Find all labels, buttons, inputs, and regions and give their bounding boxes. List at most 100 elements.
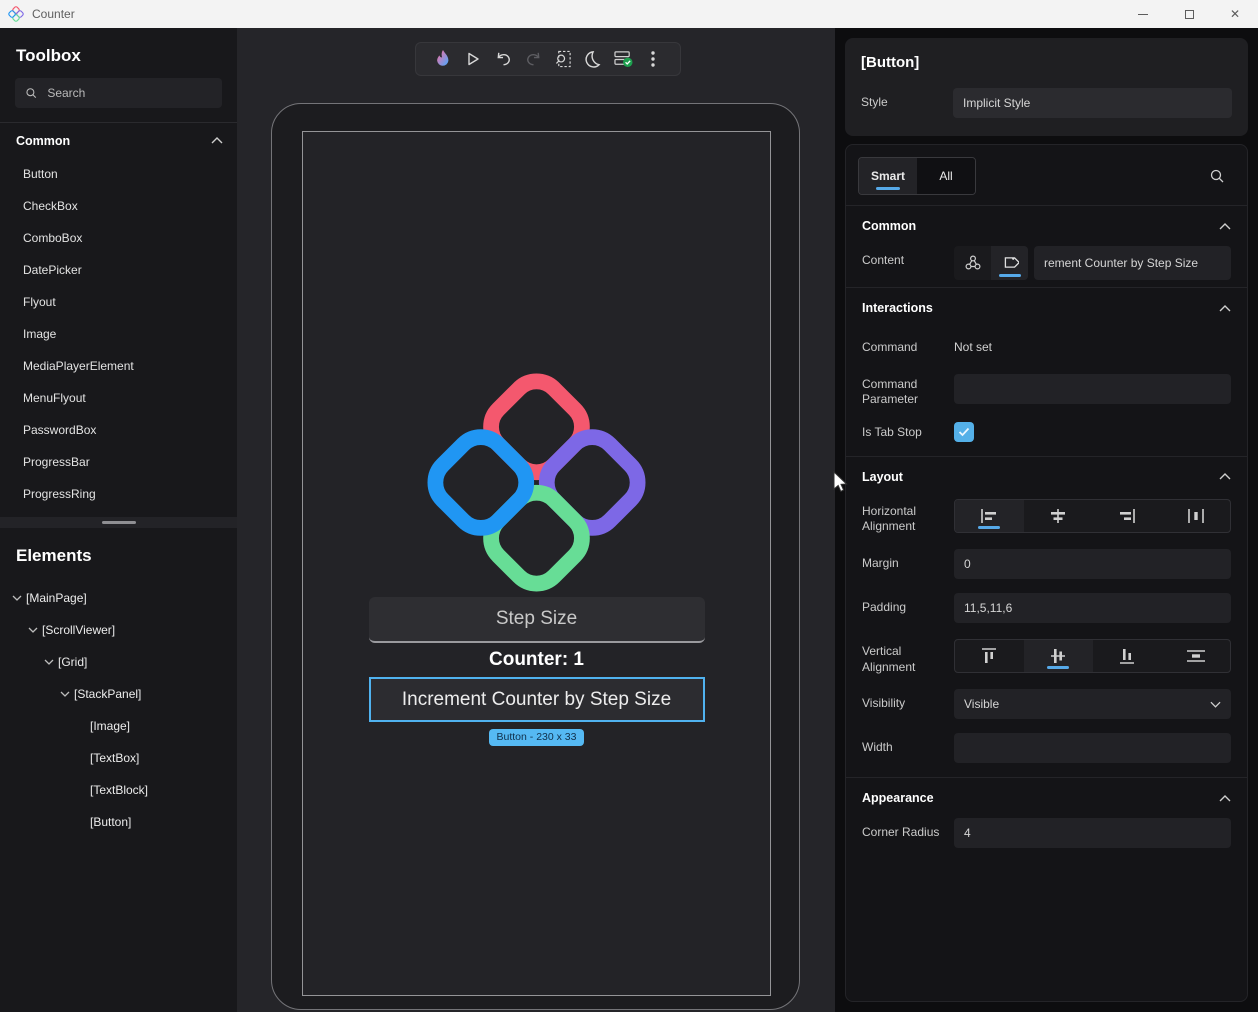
increment-button-selected[interactable]: Increment Counter by Step Size [368, 677, 705, 722]
elements-panel: Elements [MainPage] [ScrollViewer] [Grid… [0, 528, 237, 1012]
chevron-down-icon[interactable] [9, 595, 25, 601]
content-value-field[interactable]: rement Counter by Step Size [1034, 246, 1231, 280]
tree-item-textblock[interactable]: [TextBlock] [0, 774, 237, 806]
halign-center-button[interactable] [1024, 500, 1093, 532]
tab-smart[interactable]: Smart [859, 158, 917, 194]
toolbox-item-button[interactable]: Button [0, 158, 237, 190]
literal-mode-button[interactable] [991, 246, 1028, 280]
flame-icon [437, 50, 449, 66]
step-size-textbox[interactable]: Step Size [368, 597, 705, 643]
properties-card: Smart All Common Content rement Counter … [845, 144, 1248, 1002]
toolbox-panel: Toolbox Common Button CheckBox [0, 28, 237, 517]
tree-item-scrollviewer[interactable]: [ScrollViewer] [0, 614, 237, 646]
toolbox-item-combobox[interactable]: ComboBox [0, 222, 237, 254]
toolbox-item-checkbox[interactable]: CheckBox [0, 190, 237, 222]
search-input[interactable] [47, 86, 212, 100]
play-button[interactable] [458, 43, 488, 75]
toolbox-item-flyout[interactable]: Flyout [0, 286, 237, 318]
halign-left-button[interactable] [955, 499, 1024, 532]
horizontal-alignment-group [954, 498, 1231, 533]
vertical-alignment-label: Vertical Alignment [862, 643, 916, 674]
undo-button[interactable] [488, 43, 518, 75]
command-value[interactable]: Not set [954, 333, 992, 354]
left-sidebar: Toolbox Common Button CheckBox [0, 28, 237, 1012]
tree-item-image[interactable]: [Image] [0, 710, 237, 742]
maximize-button[interactable] [1166, 0, 1212, 28]
is-tab-stop-label: Is Tab Stop [862, 424, 922, 439]
is-tab-stop-checkbox[interactable] [954, 421, 974, 442]
padding-field[interactable]: 11,5,11,6 [954, 592, 1231, 623]
valign-top-button[interactable] [955, 640, 1024, 672]
valign-center-button[interactable] [1023, 640, 1093, 673]
tab-all[interactable]: All [917, 158, 975, 194]
elements-title: Elements [16, 546, 92, 565]
valign-bottom-button[interactable] [1093, 640, 1162, 672]
align-left-icon [981, 508, 997, 523]
properties-panel: [Button] Style Implicit Style Smart All [835, 28, 1258, 1012]
visibility-dropdown[interactable]: Visible [954, 689, 1231, 720]
collapse-chevron-up-icon[interactable] [1219, 473, 1231, 480]
toolbox-item-datepicker[interactable]: DatePicker [0, 254, 237, 286]
redo-button[interactable] [518, 43, 548, 75]
properties-search-icon[interactable] [1209, 168, 1225, 184]
content-label: Content [862, 253, 905, 267]
command-parameter-label: Command Parameter [862, 376, 919, 407]
more-options-button[interactable] [638, 43, 668, 75]
align-top-icon [982, 648, 997, 664]
chevron-down-icon [1210, 701, 1221, 708]
toolbox-item-passwordbox[interactable]: PasswordBox [0, 414, 237, 446]
stretch-horizontal-icon [1187, 508, 1204, 523]
toolbox-item-menuflyout[interactable]: MenuFlyout [0, 382, 237, 414]
toolbox-category-common[interactable]: Common [0, 122, 237, 158]
tag-icon [1004, 257, 1019, 268]
align-center-horizontal-icon [1051, 508, 1066, 523]
margin-field[interactable]: 0 [954, 548, 1231, 579]
section-layout: Layout Horizontal Alignment Margin 0 Pad… [846, 455, 1247, 777]
theme-toggle-button[interactable] [578, 43, 608, 75]
valign-stretch-button[interactable] [1161, 640, 1230, 672]
app-logo-icon [8, 6, 24, 22]
toolbox-item-progressring[interactable]: ProgressRing [0, 478, 237, 510]
sidebar-splitter[interactable] [0, 517, 237, 528]
chevron-down-icon[interactable] [25, 627, 41, 633]
validate-button[interactable] [608, 43, 638, 75]
corner-radius-field[interactable]: 4 [954, 818, 1231, 849]
halign-right-button[interactable] [1093, 500, 1162, 532]
toolbox-item-image[interactable]: Image [0, 318, 237, 350]
toolbox-item-progressbar[interactable]: ProgressBar [0, 446, 237, 478]
tree-item-stackpanel[interactable]: [StackPanel] [0, 678, 237, 710]
style-field[interactable]: Implicit Style [953, 88, 1232, 118]
chevron-down-icon[interactable] [41, 659, 57, 665]
tree-item-mainpage[interactable]: [MainPage] [0, 582, 237, 614]
collapse-chevron-up-icon[interactable] [1219, 794, 1231, 802]
inspect-zoom-button[interactable] [548, 43, 578, 75]
collapse-chevron-up-icon[interactable] [1219, 222, 1231, 230]
collapse-chevron-up-icon[interactable] [1219, 304, 1231, 312]
app-image-logo[interactable] [424, 370, 649, 595]
design-canvas[interactable]: Step Size Counter: 1 Increment Counter b… [237, 28, 835, 1012]
width-field[interactable] [954, 733, 1231, 764]
tree-item-grid[interactable]: [Grid] [0, 646, 237, 678]
binding-mode-button[interactable] [954, 246, 991, 280]
halign-stretch-button[interactable] [1161, 500, 1230, 532]
selection-size-badge: Button - 230 x 33 [488, 729, 585, 746]
counter-textblock[interactable]: Counter: 1 [489, 649, 584, 671]
tree-item-textbox[interactable]: [TextBox] [0, 742, 237, 774]
kebab-menu-icon [651, 51, 655, 67]
command-parameter-field[interactable] [954, 373, 1231, 404]
close-button[interactable]: ✕ [1212, 0, 1258, 28]
width-label: Width [862, 740, 893, 755]
canvas-toolbar [415, 42, 681, 76]
tree-item-button[interactable]: [Button] [0, 806, 237, 838]
app-screen[interactable]: Step Size Counter: 1 Increment Counter b… [302, 131, 771, 996]
align-right-icon [1119, 508, 1135, 523]
chevron-down-icon[interactable] [57, 691, 73, 697]
window-title: Counter [32, 7, 75, 21]
selected-element-card: [Button] Style Implicit Style [845, 38, 1248, 136]
toolbox-search[interactable] [15, 78, 222, 108]
hot-design-button[interactable] [428, 43, 458, 75]
titlebar: Counter ✕ [0, 0, 1258, 28]
minimize-icon [1138, 13, 1148, 15]
minimize-button[interactable] [1120, 0, 1166, 28]
toolbox-item-mediaplayerelement[interactable]: MediaPlayerElement [0, 350, 237, 382]
